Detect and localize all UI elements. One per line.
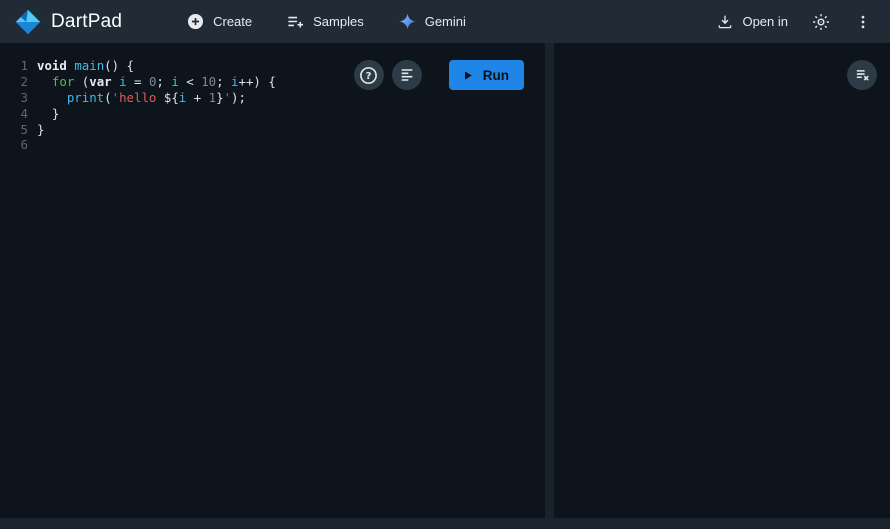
code-line: 6 [0,137,545,153]
dart-logo-icon [15,9,41,34]
status-bar [0,518,890,529]
main-area: 1 void main() {2 for (var i = 0; i < 10; … [0,43,890,518]
line-number: 6 [20,137,28,153]
theme-toggle-button[interactable] [811,12,831,32]
play-icon [464,70,472,80]
brand: DartPad [14,8,122,36]
brightness-icon [813,13,829,30]
line-number: 4 [20,105,28,121]
line-number: 5 [20,121,28,137]
app-bar: DartPad Create Samples Gemini Open in [0,0,890,43]
help-icon: ? [360,66,378,84]
code-line: 5} [0,122,545,138]
format-code-button[interactable] [391,60,422,90]
svg-text:?: ? [366,71,372,82]
app-title: DartPad [51,10,123,32]
line-number: 2 [20,73,28,89]
add-circle-icon [188,13,204,30]
playlist-add-icon [288,16,304,28]
run-button[interactable]: Run [448,60,524,90]
create-menu-label: Create [213,14,253,29]
console-actions [847,60,877,90]
appbar-menus: Create Samples Gemini [186,12,466,31]
editor-panel: 1 void main() {2 for (var i = 0; i < 10; … [0,43,545,518]
code-line: 3 print('hello ${i + 1}'); [0,90,545,106]
open-in-label: Open in [742,14,788,29]
clear-console-button[interactable] [847,60,877,90]
help-button[interactable]: ? [353,60,384,90]
kebab-menu-icon [861,15,865,28]
line-number: 3 [20,89,28,105]
samples-menu-button[interactable]: Samples [286,12,364,31]
console-panel [554,43,890,518]
overflow-menu-button[interactable] [854,13,872,31]
panel-divider[interactable] [545,43,554,518]
editor-actions: ? Run [353,60,524,90]
gemini-menu-label: Gemini [424,14,466,29]
download-icon [719,15,732,28]
gemini-menu-button[interactable]: Gemini [398,12,466,31]
format-icon [401,69,413,81]
create-menu-button[interactable]: Create [186,12,252,31]
open-in-button[interactable]: Open in [716,13,788,31]
line-number: 1 [20,58,28,73]
run-button-label: Run [482,67,509,83]
code-line: 4 } [0,106,545,122]
clear-console-icon [856,69,869,81]
appbar-right: Open in [716,12,872,32]
gemini-sparkle-icon [399,13,416,30]
samples-menu-label: Samples [313,14,364,29]
